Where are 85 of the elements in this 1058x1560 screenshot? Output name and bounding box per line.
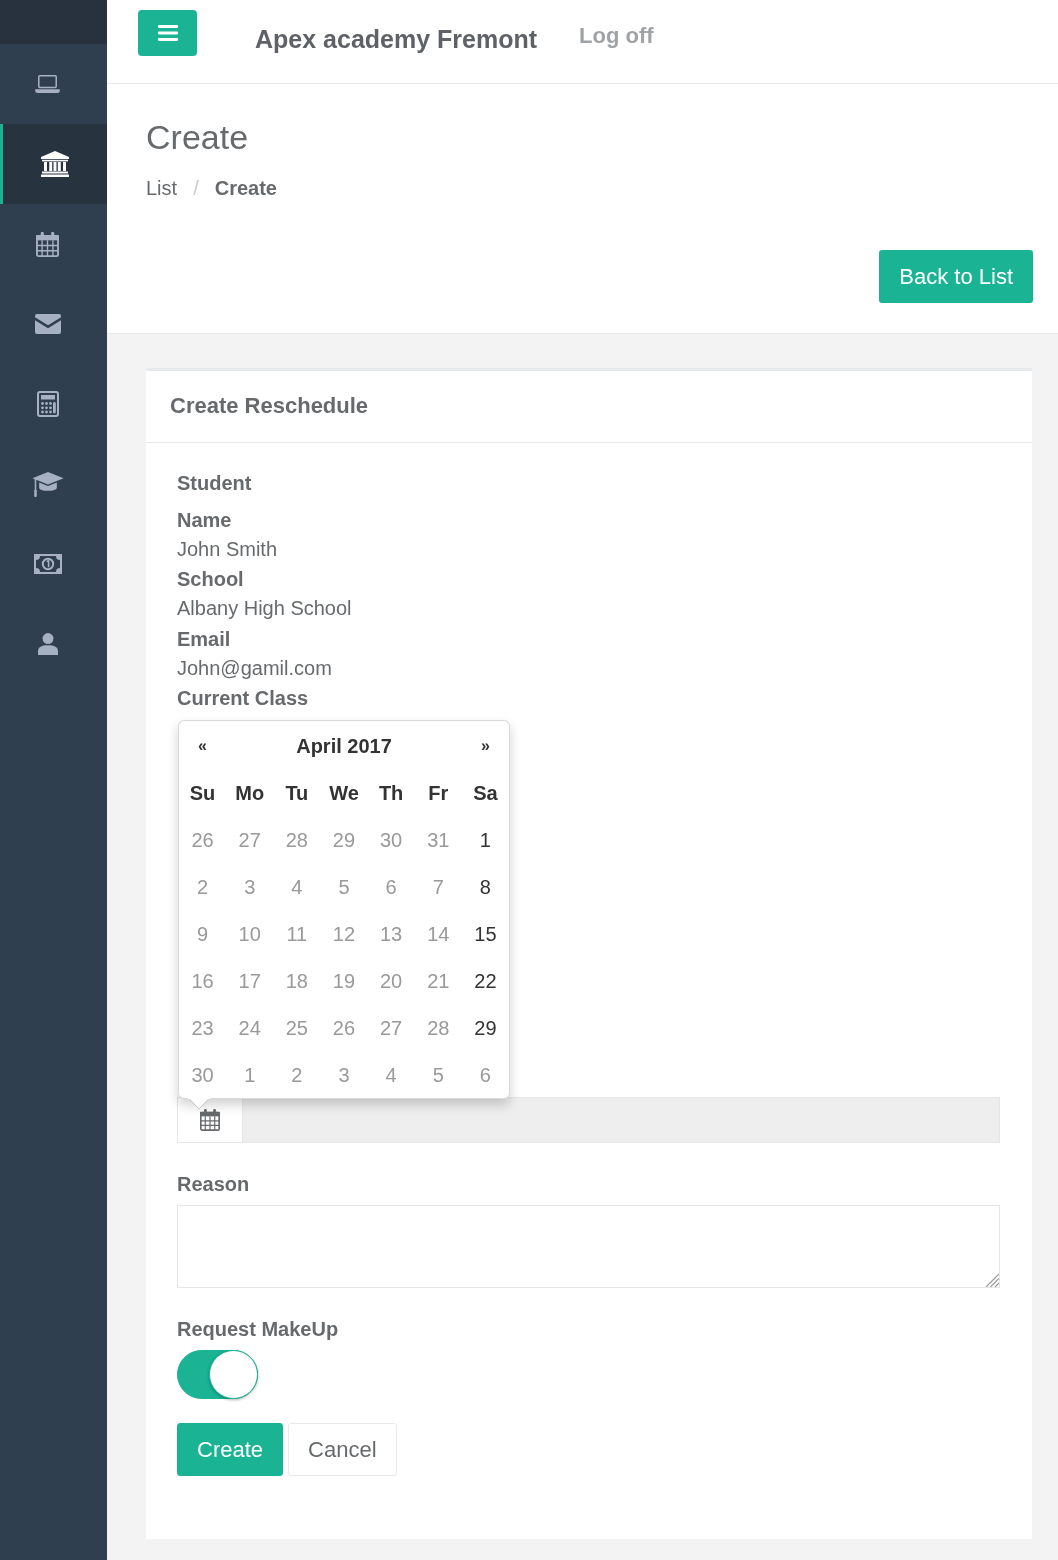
prev-month-button[interactable]: « <box>198 735 207 756</box>
calendar-day: 24 <box>238 1014 261 1041</box>
menu-icon <box>157 25 178 41</box>
calendar-day[interactable]: 1 <box>479 826 491 853</box>
calendar-day: 28 <box>427 1014 450 1041</box>
calendar-day: 20 <box>380 967 403 994</box>
calendar-day: 26 <box>332 1014 356 1041</box>
calendar-icon <box>200 1109 220 1131</box>
breadcrumb-link[interactable]: List <box>146 176 178 200</box>
calendar-day: 11 <box>286 920 308 947</box>
field-value: Albany High School <box>177 596 352 621</box>
user-icon <box>37 633 58 655</box>
calendar-day: 26 <box>191 826 214 853</box>
breadcrumb-separator: / <box>192 176 200 200</box>
field-label: Reason <box>177 1171 250 1197</box>
calendar-day: 4 <box>291 873 303 900</box>
calendar-day: 23 <box>191 1014 214 1041</box>
calendar-day: 6 <box>479 1061 491 1088</box>
calendar-day: 7 <box>432 873 444 900</box>
calendar-day: 5 <box>338 873 350 900</box>
menu-button[interactable] <box>138 10 197 56</box>
datepicker-toggle[interactable] <box>177 1097 242 1143</box>
weekday-label: Th <box>378 780 404 806</box>
calendar-day: 28 <box>285 826 308 853</box>
calendar-day: 25 <box>285 1014 308 1041</box>
field-label: Email <box>177 626 231 652</box>
calendar-day: 19 <box>332 967 356 994</box>
app-title: Apex academy Fremont <box>255 24 538 54</box>
calendar-day: 21 <box>427 967 450 994</box>
month-title[interactable]: April 2017 <box>296 732 392 759</box>
calendar-day: 18 <box>285 967 308 994</box>
calendar-day: 17 <box>238 967 261 994</box>
money-icon <box>33 554 62 574</box>
weekday-label: Fr <box>428 780 449 806</box>
sidebar-item[interactable] <box>0 124 107 204</box>
calendar-day: 1 <box>244 1061 256 1088</box>
date-input[interactable] <box>242 1097 1000 1143</box>
calculator-icon <box>36 391 59 417</box>
toggle-switch[interactable] <box>177 1350 258 1399</box>
breadcrumb-link[interactable]: Create <box>214 176 277 200</box>
field-label: Current Class <box>177 686 309 711</box>
calendar-day: 3 <box>338 1061 350 1088</box>
calendar-day: 3 <box>244 873 256 900</box>
calendar-day: 2 <box>197 873 209 900</box>
calendar-day: 30 <box>380 826 403 853</box>
calendar-day: 29 <box>332 826 356 853</box>
cancel-button[interactable]: Cancel <box>288 1423 397 1476</box>
weekday-label: We <box>329 780 359 806</box>
calendar-day: 16 <box>191 967 214 994</box>
card-title: Create Reschedule <box>170 393 369 419</box>
section-label: Student <box>177 471 252 496</box>
weekday-label: Sa <box>473 780 498 806</box>
calendar-day: 31 <box>427 826 450 853</box>
calendar-day: 9 <box>197 920 209 947</box>
field-label: Request MakeUp <box>177 1316 339 1342</box>
calendar-day: 13 <box>380 920 403 947</box>
calendar-day: 27 <box>380 1014 403 1041</box>
calendar-day: 6 <box>385 873 397 900</box>
field-value: John@gamil.com <box>177 655 332 681</box>
calendar-day: 5 <box>432 1061 444 1088</box>
bank-icon <box>41 151 69 177</box>
calendar-day: 12 <box>332 920 356 947</box>
weekday-label: Su <box>189 780 216 806</box>
laptop-icon <box>35 75 60 93</box>
calendar-icon <box>36 231 59 257</box>
calendar-day: 14 <box>427 920 450 947</box>
calendar-day[interactable]: 15 <box>474 920 497 947</box>
calendar-day: 10 <box>238 920 261 947</box>
calendar-day: 30 <box>191 1061 214 1088</box>
calendar-day: 4 <box>385 1061 397 1088</box>
resize-grip-icon[interactable] <box>985 1273 999 1287</box>
field-value: John Smith <box>177 536 278 562</box>
envelope-icon <box>34 314 61 334</box>
next-month-button[interactable]: » <box>480 735 490 756</box>
field-label: School <box>177 567 244 592</box>
graduation-cap-icon <box>31 471 64 497</box>
calendar-day: 27 <box>238 826 261 853</box>
calendar-day[interactable]: 8 <box>479 873 491 900</box>
calendar-day[interactable]: 22 <box>474 967 497 994</box>
field-label: Name <box>177 507 232 533</box>
page-title: Create <box>146 117 249 157</box>
calendar-day: 2 <box>291 1061 303 1088</box>
weekday-label: Tu <box>285 780 309 806</box>
weekday-label: Mo <box>235 780 265 806</box>
calendar-day[interactable]: 29 <box>474 1014 497 1041</box>
